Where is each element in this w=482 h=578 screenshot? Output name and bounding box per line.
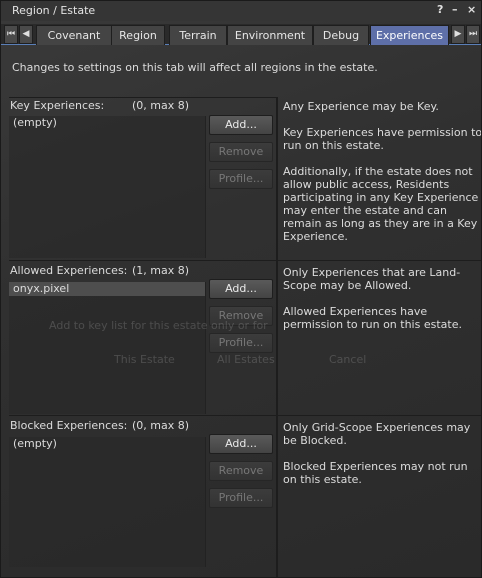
blocked-description: Only Grid-Scope Experiences may be Block…	[283, 421, 481, 499]
key-add-button[interactable]: Add...	[209, 115, 273, 135]
tab-scroll-left-icon[interactable]: ◀	[19, 25, 33, 44]
ghost-cancel-button: Cancel	[329, 353, 367, 366]
tab-scroll-right-icon[interactable]: ▶	[451, 25, 465, 44]
tab-scroll-first-icon[interactable]: ⏮	[4, 25, 18, 44]
tab-covenant[interactable]: Covenant	[36, 25, 112, 45]
blocked-desc-2: Blocked Experiences may not run on this …	[283, 460, 468, 486]
key-remove-button[interactable]: Remove	[209, 142, 273, 162]
key-section-divider	[9, 97, 276, 98]
minimize-icon[interactable]: –	[452, 3, 458, 16]
allowed-add-button[interactable]: Add...	[209, 279, 273, 299]
ghost-all-estates-button: All Estates	[217, 353, 275, 366]
tab-terrain[interactable]: Terrain	[169, 25, 227, 45]
allowed-experiences-label: Allowed Experiences:	[10, 264, 128, 277]
key-experiences-list[interactable]: (empty)	[9, 116, 206, 258]
list-item[interactable]: (empty)	[9, 437, 205, 451]
blocked-experiences-list[interactable]: (empty)	[9, 437, 206, 567]
blocked-experiences-label: Blocked Experiences:	[10, 419, 128, 432]
list-item[interactable]: onyx.pixel	[9, 282, 205, 296]
tab-region[interactable]: Region	[111, 25, 165, 45]
tab-debug[interactable]: Debug	[313, 25, 369, 45]
key-description: Any Experience may be Key. Key Experienc…	[283, 100, 482, 256]
key-profile-button[interactable]: Profile...	[209, 169, 273, 189]
region-estate-window: Region / Estate ? – × ⏮ ◀ Covenant Regio…	[0, 0, 482, 578]
list-item[interactable]: (empty)	[9, 116, 205, 130]
tab-environment[interactable]: Environment	[227, 25, 313, 45]
key-experiences-label: Key Experiences:	[10, 99, 105, 112]
blocked-profile-button[interactable]: Profile...	[209, 488, 273, 508]
key-experiences-count: (0, max 8)	[132, 99, 190, 112]
close-icon[interactable]: ×	[467, 3, 476, 16]
key-desc-2: Key Experiences have permission to run o…	[283, 126, 482, 152]
blocked-add-button[interactable]: Add...	[209, 434, 273, 454]
allowed-experiences-count: (1, max 8)	[132, 264, 190, 277]
ghost-this-estate-button: This Estate	[114, 353, 175, 366]
blocked-desc-1: Only Grid-Scope Experiences may be Block…	[283, 421, 471, 447]
ghost-dialog-text: Add to key list for this estate only or …	[49, 319, 268, 332]
tab-scroll-last-icon[interactable]: ⏭	[466, 25, 480, 44]
tab-experiences[interactable]: Experiences	[370, 25, 449, 45]
help-icon[interactable]: ?	[437, 3, 443, 16]
blocked-experiences-count: (0, max 8)	[132, 419, 190, 432]
title-bar[interactable]: Region / Estate ? – ×	[1, 1, 481, 21]
key-desc-3: Additionally, if the estate does not all…	[283, 165, 479, 243]
allowed-section-divider	[9, 260, 481, 261]
allowed-desc-1: Only Experiences that are Land-Scope may…	[283, 266, 461, 292]
blocked-remove-button[interactable]: Remove	[209, 461, 273, 481]
allowed-description: Only Experiences that are Land-Scope may…	[283, 266, 481, 344]
window-title: Region / Estate	[12, 4, 96, 17]
blocked-section-divider	[9, 415, 481, 416]
column-divider	[276, 97, 278, 577]
tab-bar: ⏮ ◀ Covenant Region Terrain Environment …	[1, 24, 481, 45]
allowed-desc-2: Allowed Experiences have permission to r…	[283, 305, 462, 331]
key-desc-1: Any Experience may be Key.	[283, 100, 439, 113]
allowed-profile-button[interactable]: Profile...	[209, 333, 273, 353]
intro-text: Changes to settings on this tab will aff…	[12, 61, 378, 74]
allowed-experiences-list[interactable]: onyx.pixel	[9, 282, 206, 414]
